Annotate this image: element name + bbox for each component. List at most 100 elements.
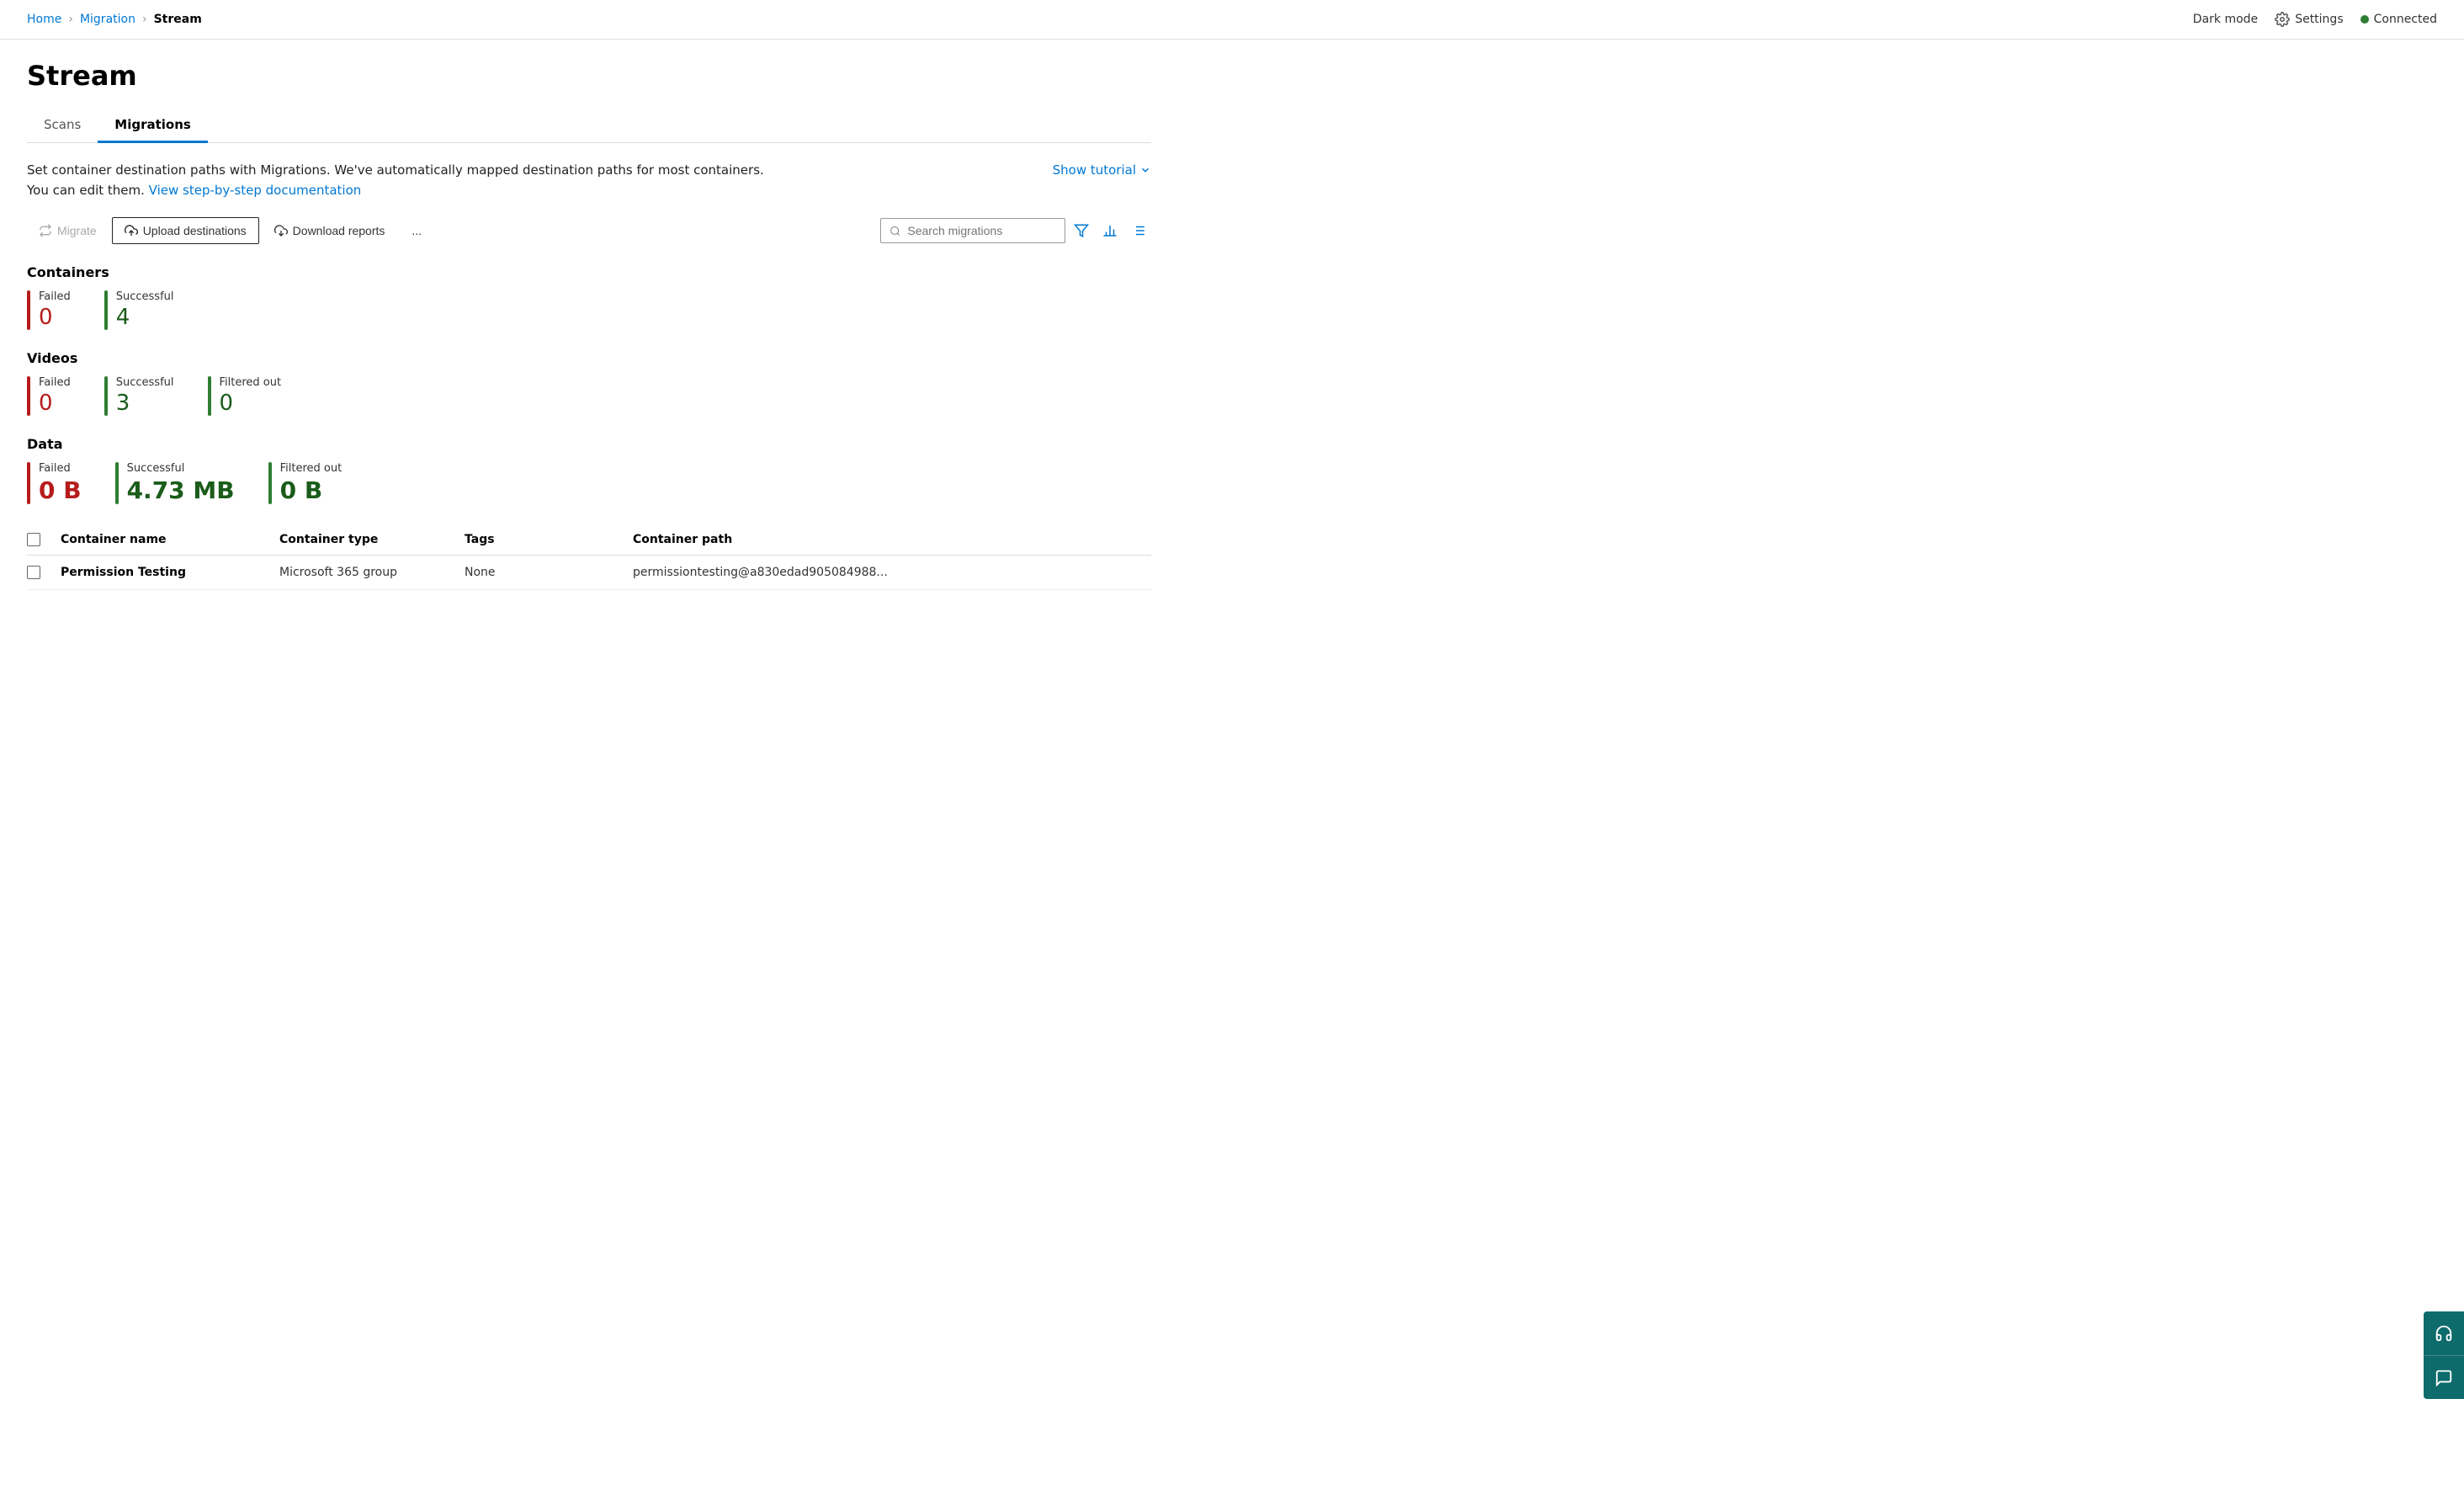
data-successful-label: Successful (127, 462, 235, 475)
download-icon (274, 224, 288, 237)
upload-icon (125, 224, 138, 237)
filter-button[interactable] (1069, 218, 1094, 243)
table: Container name Container type Tags Conta… (27, 524, 1151, 590)
videos-failed-stat: Failed 0 (27, 376, 71, 416)
show-tutorial-button[interactable]: Show tutorial (1053, 160, 1151, 180)
search-input[interactable] (907, 224, 1056, 237)
description-area: Set container destination paths with Mig… (27, 160, 1151, 200)
connected-dot (2360, 15, 2369, 24)
settings-label: Settings (2295, 13, 2343, 26)
containers-failed-value: 0 (39, 305, 71, 330)
row-tags: None (465, 566, 633, 579)
page-content: Stream Scans Migrations Set container de… (0, 40, 1178, 610)
data-successful-bar (115, 462, 119, 504)
data-failed-label: Failed (39, 462, 82, 475)
filter-icon (1074, 223, 1089, 238)
tab-scans[interactable]: Scans (27, 109, 98, 143)
data-filtered-label: Filtered out (280, 462, 343, 475)
chat-button[interactable] (2424, 1355, 2464, 1399)
videos-filtered-label: Filtered out (220, 376, 282, 389)
tab-bar: Scans Migrations (27, 109, 1151, 143)
support-button[interactable] (2424, 1311, 2464, 1355)
videos-section-label: Videos (27, 350, 1151, 366)
videos-stats-row: Failed 0 Successful 3 Filtered out 0 (27, 376, 1151, 416)
table-header: Container name Container type Tags Conta… (27, 524, 1151, 556)
docs-link[interactable]: View step-by-step documentation (149, 183, 362, 198)
data-successful-stat: Successful 4.73 MB (115, 462, 235, 504)
data-section-label: Data (27, 436, 1151, 452)
containers-successful-content: Successful 4 (116, 290, 174, 330)
containers-failed-stat: Failed 0 (27, 290, 71, 330)
breadcrumb-home[interactable]: Home (27, 13, 61, 26)
containers-stats-row: Failed 0 Successful 4 (27, 290, 1151, 330)
videos-filtered-stat: Filtered out 0 (208, 376, 282, 416)
col-header-tags: Tags (465, 533, 633, 546)
data-failed-stat: Failed 0 B (27, 462, 82, 504)
topbar-right: Dark mode Settings Connected (2193, 12, 2437, 27)
description-text: Set container destination paths with Mig… (27, 160, 784, 200)
headset-icon (2435, 1324, 2453, 1343)
breadcrumb-migration[interactable]: Migration (80, 13, 135, 26)
videos-successful-stat: Successful 3 (104, 376, 174, 416)
row-checkbox[interactable] (27, 566, 40, 579)
page-title: Stream (27, 60, 1151, 92)
videos-failed-label: Failed (39, 376, 71, 389)
containers-failed-content: Failed 0 (39, 290, 71, 330)
col-header-name: Container name (61, 533, 279, 546)
migrate-icon (39, 224, 52, 237)
breadcrumb-sep2: › (142, 13, 147, 26)
gear-icon (2275, 12, 2290, 27)
containers-failed-label: Failed (39, 290, 71, 303)
chart-icon (1102, 223, 1118, 238)
videos-failed-value: 0 (39, 391, 71, 416)
videos-successful-value: 3 (116, 391, 174, 416)
toolbar: Migrate Upload destinations Download rep… (27, 217, 1151, 244)
data-stats-row: Failed 0 B Successful 4.73 MB Filtered o… (27, 462, 1151, 504)
upload-destinations-button[interactable]: Upload destinations (112, 217, 259, 244)
containers-successful-value: 4 (116, 305, 174, 330)
data-failed-bar (27, 462, 30, 504)
videos-successful-bar (104, 376, 108, 416)
list-icon (1131, 223, 1146, 238)
containers-successful-bar (104, 290, 108, 330)
settings-button[interactable]: Settings (2275, 12, 2343, 27)
data-filtered-stat: Filtered out 0 B (268, 462, 343, 504)
containers-section-label: Containers (27, 264, 1151, 280)
col-header-type: Container type (279, 533, 465, 546)
data-successful-value: 4.73 MB (127, 476, 235, 504)
row-checkbox-cell (27, 566, 61, 579)
containers-failed-bar (27, 290, 30, 330)
download-reports-button[interactable]: Download reports (263, 218, 397, 243)
row-container-path: permissiontesting@a830edad905084988... (633, 566, 1151, 579)
videos-successful-label: Successful (116, 376, 174, 389)
breadcrumb-sep1: › (68, 13, 73, 26)
topbar: Home › Migration › Stream Dark mode Sett… (0, 0, 2464, 40)
side-buttons (2424, 1311, 2464, 1399)
chart-view-button[interactable] (1097, 218, 1123, 243)
connected-label: Connected (2374, 13, 2437, 26)
row-container-name: Permission Testing (61, 566, 279, 579)
description-main: Set container destination paths with Mig… (27, 162, 764, 198)
row-container-type: Microsoft 365 group (279, 566, 465, 579)
breadcrumb-current: Stream (154, 13, 202, 26)
videos-filtered-bar (208, 376, 211, 416)
data-failed-value: 0 B (39, 476, 82, 504)
chat-icon (2435, 1369, 2453, 1387)
table-row: Permission Testing Microsoft 365 group N… (27, 556, 1151, 590)
dark-mode-toggle[interactable]: Dark mode (2193, 13, 2258, 26)
chevron-down-icon (1139, 164, 1151, 176)
connected-status: Connected (2360, 13, 2437, 26)
data-filtered-bar (268, 462, 272, 504)
select-all-checkbox[interactable] (27, 533, 40, 546)
more-button[interactable]: ... (400, 218, 433, 243)
search-box[interactable] (880, 218, 1065, 243)
videos-filtered-value: 0 (220, 391, 282, 416)
migrate-button[interactable]: Migrate (27, 218, 109, 243)
col-header-path: Container path (633, 533, 1151, 546)
breadcrumb: Home › Migration › Stream (27, 13, 202, 26)
search-icon (889, 225, 900, 237)
tab-migrations[interactable]: Migrations (98, 109, 208, 143)
containers-successful-label: Successful (116, 290, 174, 303)
list-view-button[interactable] (1126, 218, 1151, 243)
data-filtered-value: 0 B (280, 476, 343, 504)
